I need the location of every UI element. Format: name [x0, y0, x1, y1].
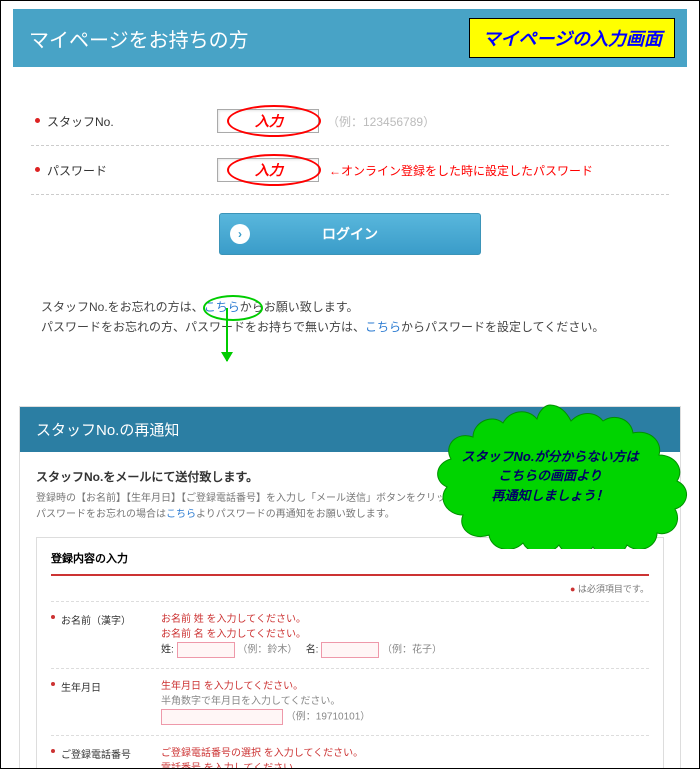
- annotation-input-marker: 入力: [255, 160, 283, 180]
- reissue-form-card: 登録内容の入力 ● は必須項目です。 お名前（漢字） お名前 姓 を入力してくだ…: [36, 537, 664, 769]
- reissue-panel: スタッフNo.の再通知 スタッフNo.をメールにて送付致します。 登録時の【お名…: [19, 406, 681, 769]
- row-dob: 生年月日 生年月日 を入力してください。 半角数字で年月日を入力してください。 …: [51, 668, 649, 735]
- reissue-password-link[interactable]: こちら: [166, 509, 196, 520]
- note-line-1: スタッフNo.をお忘れの方は、こちらからお願い致します。: [41, 297, 659, 317]
- row-name: お名前（漢字） お名前 姓 を入力してください。 お名前 名 を入力してください…: [51, 601, 649, 668]
- staff-no-placeholder: （例：123456789）: [327, 113, 435, 130]
- label-password: パスワード: [31, 162, 217, 179]
- annotation-input-marker: 入力: [255, 111, 283, 131]
- note-line-2: パスワードをお忘れの方、パスワードをお持ちで無い方は、こちらからパスワードを設定…: [41, 317, 659, 337]
- reissue-title: スタッフNo.の再通知: [20, 407, 680, 452]
- forgot-staff-no-link[interactable]: こちら: [204, 300, 240, 314]
- label-name: お名前（漢字）: [51, 612, 161, 658]
- annotation-arrow-down: [226, 308, 228, 361]
- annotation-password-note: ←オンライン登録をした時に設定したパスワード: [329, 162, 593, 179]
- page-title: マイページをお持ちの方: [29, 24, 249, 53]
- label-dob: 生年月日: [51, 679, 161, 725]
- label-staff-no: スタッフNo.: [31, 113, 217, 130]
- annotation-badge: マイページの入力画面: [469, 18, 675, 58]
- given-name-input[interactable]: [321, 642, 379, 658]
- login-form: スタッフNo. （例：123456789） 入力 パスワード 入力 ←オンライン…: [31, 97, 669, 255]
- reissue-lead: スタッフNo.をメールにて送付致します。: [36, 468, 664, 485]
- card-heading: 登録内容の入力: [51, 550, 649, 576]
- help-notes: スタッフNo.をお忘れの方は、こちらからお願い致します。 パスワードをお忘れの方…: [41, 297, 659, 338]
- label-tel: ご登録電話番号: [51, 746, 161, 769]
- row-tel: ご登録電話番号 ご登録電話番号の選択 を入力してください。 電話番号 を入力して…: [51, 735, 649, 769]
- row-password: パスワード 入力 ←オンライン登録をした時に設定したパスワード: [31, 146, 669, 195]
- required-note: ● は必須項目です。: [51, 576, 649, 601]
- login-button[interactable]: › ログイン: [219, 213, 481, 255]
- reissue-sub: 登録時の【お名前】【生年月日】【ご登録電話番号】を入力し「メール送信」ボタンをク…: [36, 491, 664, 523]
- chevron-right-icon: ›: [230, 224, 250, 244]
- surname-input[interactable]: [177, 642, 235, 658]
- forgot-password-link[interactable]: こちら: [365, 320, 401, 334]
- page-header: マイページをお持ちの方 マイページの入力画面: [13, 9, 687, 67]
- row-staff-no: スタッフNo. （例：123456789） 入力: [31, 97, 669, 146]
- dob-input[interactable]: [161, 709, 283, 725]
- login-button-label: ログイン: [322, 224, 378, 244]
